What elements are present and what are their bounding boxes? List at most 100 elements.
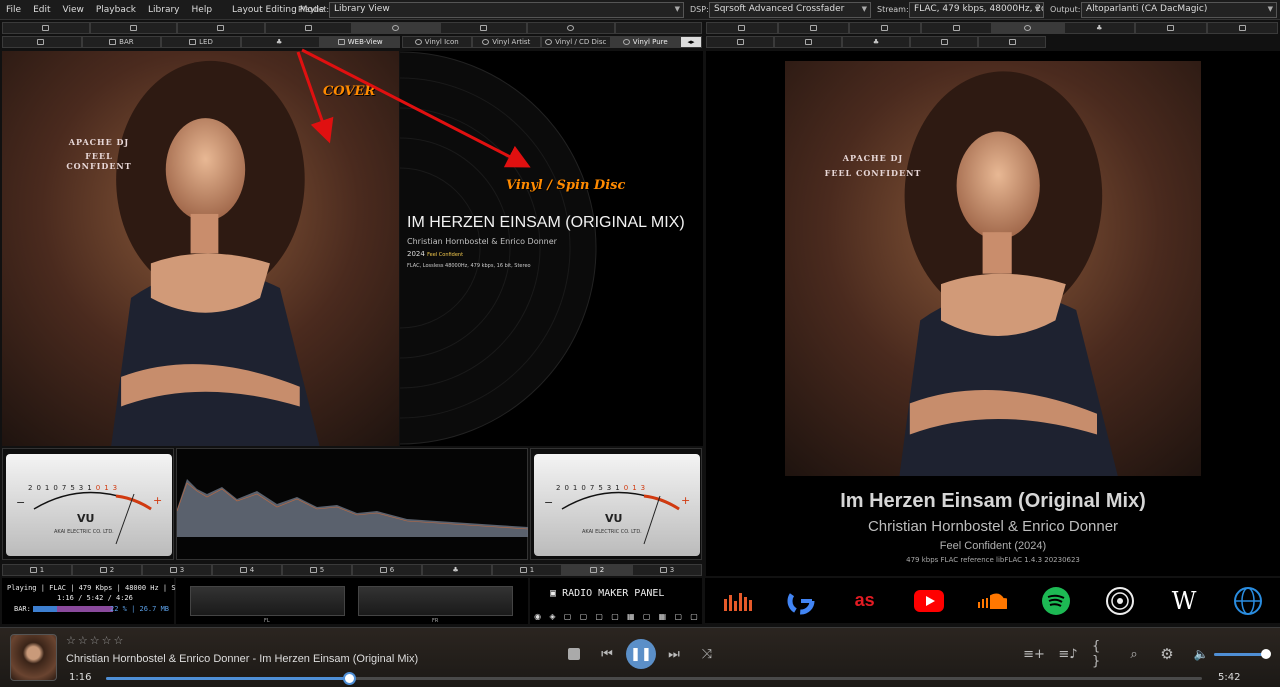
right-sub-tab-4[interactable]: [910, 36, 978, 48]
square-icon[interactable]: ▢: [674, 612, 682, 624]
cover-tab-broom[interactable]: ♣: [240, 36, 321, 48]
layout-tab-4[interactable]: [264, 22, 352, 34]
search-button[interactable]: ⌕: [1125, 646, 1143, 662]
copy-icon: [479, 25, 487, 31]
rating-stars[interactable]: ☆☆☆☆☆: [66, 634, 125, 647]
shuffle-button[interactable]: ⤨: [698, 646, 716, 662]
disc-icon[interactable]: [1105, 586, 1135, 616]
bottom-tab-6[interactable]: 6: [352, 564, 422, 576]
cover-tab-bar[interactable]: BAR: [81, 36, 162, 48]
menu-edit[interactable]: Edit: [27, 5, 56, 15]
layout-tab-6[interactable]: [439, 22, 527, 34]
vinyl-tab-cd[interactable]: Vinyl / CD Disc: [541, 36, 611, 48]
seek-bar[interactable]: [106, 672, 1202, 685]
bottom-tab-2[interactable]: 2: [72, 564, 142, 576]
location-icon[interactable]: ◉: [534, 612, 541, 624]
seek-thumb[interactable]: [343, 672, 357, 685]
right-sub-tabs: ♣: [706, 36, 1046, 48]
stream-select[interactable]: FLAC, 479 kbps, 48000Hz, 2ch ▼: [909, 2, 1044, 18]
right-sub-tab-2[interactable]: [774, 36, 842, 48]
vinyl-tab-icon[interactable]: Vinyl Icon: [402, 36, 472, 48]
wikipedia-icon[interactable]: W: [1169, 586, 1199, 616]
bottom-tab-4[interactable]: 4: [212, 564, 282, 576]
bottom-tab-p2[interactable]: 2: [562, 564, 632, 576]
channel-meters: FL FR: [176, 578, 528, 624]
cover-tab-image[interactable]: [2, 36, 82, 48]
layout-tab-2[interactable]: [89, 22, 177, 34]
youtube-icon[interactable]: [913, 586, 944, 616]
cover-tab-webview[interactable]: WEB-View: [320, 36, 400, 48]
right-sub-tab-1[interactable]: [706, 36, 774, 48]
lastfm-icon[interactable]: as: [850, 586, 880, 616]
menu-playback[interactable]: Playback: [90, 5, 142, 15]
soundcloud-icon[interactable]: [977, 586, 1008, 616]
vinyl-tab-artist[interactable]: Vinyl Artist: [471, 36, 541, 48]
right-sub-tab-3[interactable]: ♣: [842, 36, 910, 48]
lyrics-button[interactable]: { }: [1092, 639, 1112, 669]
broom-icon: ♣: [1096, 24, 1103, 32]
www-icon[interactable]: [1233, 586, 1263, 616]
menu-file[interactable]: File: [0, 5, 27, 15]
grid-icon[interactable]: ▦: [659, 612, 667, 624]
layout-tab-5[interactable]: [352, 22, 440, 34]
google-icon[interactable]: [786, 586, 816, 616]
volume-thumb[interactable]: [1260, 649, 1271, 659]
bottom-tab-5[interactable]: 5: [282, 564, 352, 576]
layout-tab-8[interactable]: [614, 22, 702, 34]
vinyl-tabs: Vinyl Icon Vinyl Artist Vinyl / CD Disc …: [402, 36, 702, 48]
image-icon: [809, 25, 817, 31]
right-sub-tab-5[interactable]: [978, 36, 1046, 48]
vu-brand: AKAI ELECTRIC CO. LTD.: [582, 529, 642, 535]
gear-icon: ⚙: [1160, 645, 1174, 663]
right-tab-2[interactable]: [777, 22, 849, 34]
square-icon[interactable]: ▢: [580, 612, 588, 624]
spotify-icon[interactable]: [1041, 586, 1071, 616]
equalizer-icon[interactable]: [722, 586, 752, 616]
bottom-tab-3[interactable]: 3: [142, 564, 212, 576]
dsp-select[interactable]: Sqrsoft Advanced Crossfader ▼: [709, 2, 871, 18]
square-icon[interactable]: ▢: [595, 612, 603, 624]
marker-icon[interactable]: ◈: [549, 612, 555, 624]
right-tab-4[interactable]: [920, 22, 992, 34]
output-select[interactable]: Altoparlanti (CA DacMagic) ▼: [1081, 2, 1277, 18]
layout-tab-1[interactable]: [2, 22, 90, 34]
radio-icon-row: ◉ ◈ ▢ ▢ ▢ ▢ ▦ ▢ ▦ ▢ ▢: [530, 612, 702, 624]
menu-help[interactable]: Help: [186, 5, 219, 15]
square-icon[interactable]: ▢: [611, 612, 619, 624]
menu-view[interactable]: View: [57, 5, 90, 15]
settings-button[interactable]: ⚙: [1158, 645, 1176, 663]
album-thumbnail[interactable]: [10, 634, 57, 681]
volume-slider[interactable]: [1214, 649, 1271, 659]
next-button[interactable]: ⏭: [665, 646, 683, 662]
grid-icon[interactable]: ▦: [627, 612, 635, 624]
square-icon[interactable]: ▢: [564, 612, 572, 624]
bottom-tab-broom[interactable]: ♣: [422, 564, 492, 576]
square-icon[interactable]: ▢: [643, 612, 651, 624]
image-icon: [109, 39, 117, 45]
vinyl-album: Feel Confident: [427, 252, 464, 258]
right-tab-6[interactable]: ♣: [1063, 22, 1135, 34]
vinyl-tab-pure[interactable]: Vinyl Pure: [610, 36, 680, 48]
tab-scroll-arrows[interactable]: ◂▸: [680, 36, 702, 48]
bottom-tab-p1[interactable]: 1: [492, 564, 562, 576]
cover-tab-led[interactable]: LED: [161, 36, 241, 48]
layout-tab-7[interactable]: [527, 22, 615, 34]
skip-forward-icon: ⏭: [668, 646, 680, 662]
right-tab-1[interactable]: [706, 22, 778, 34]
menu-library[interactable]: Library: [142, 5, 185, 15]
playlist-button[interactable]: ≡♪: [1058, 646, 1078, 662]
right-tab-8[interactable]: [1206, 22, 1278, 34]
stop-button[interactable]: [566, 646, 582, 662]
right-tab-5[interactable]: [992, 22, 1064, 34]
pause-button[interactable]: ❚❚: [626, 639, 656, 669]
playlist-select[interactable]: Library View ▼: [329, 2, 684, 18]
volume-button[interactable]: 🔈: [1192, 646, 1210, 662]
bottom-tab-p3[interactable]: 3: [632, 564, 702, 576]
add-to-queue-button[interactable]: ≡+: [1023, 646, 1045, 662]
bottom-tab-1[interactable]: 1: [2, 564, 72, 576]
square-icon[interactable]: ▢: [690, 612, 698, 624]
layout-tab-3[interactable]: [177, 22, 265, 34]
right-tab-3[interactable]: [849, 22, 921, 34]
previous-button[interactable]: ⏮: [598, 646, 616, 662]
right-tab-7[interactable]: [1135, 22, 1207, 34]
